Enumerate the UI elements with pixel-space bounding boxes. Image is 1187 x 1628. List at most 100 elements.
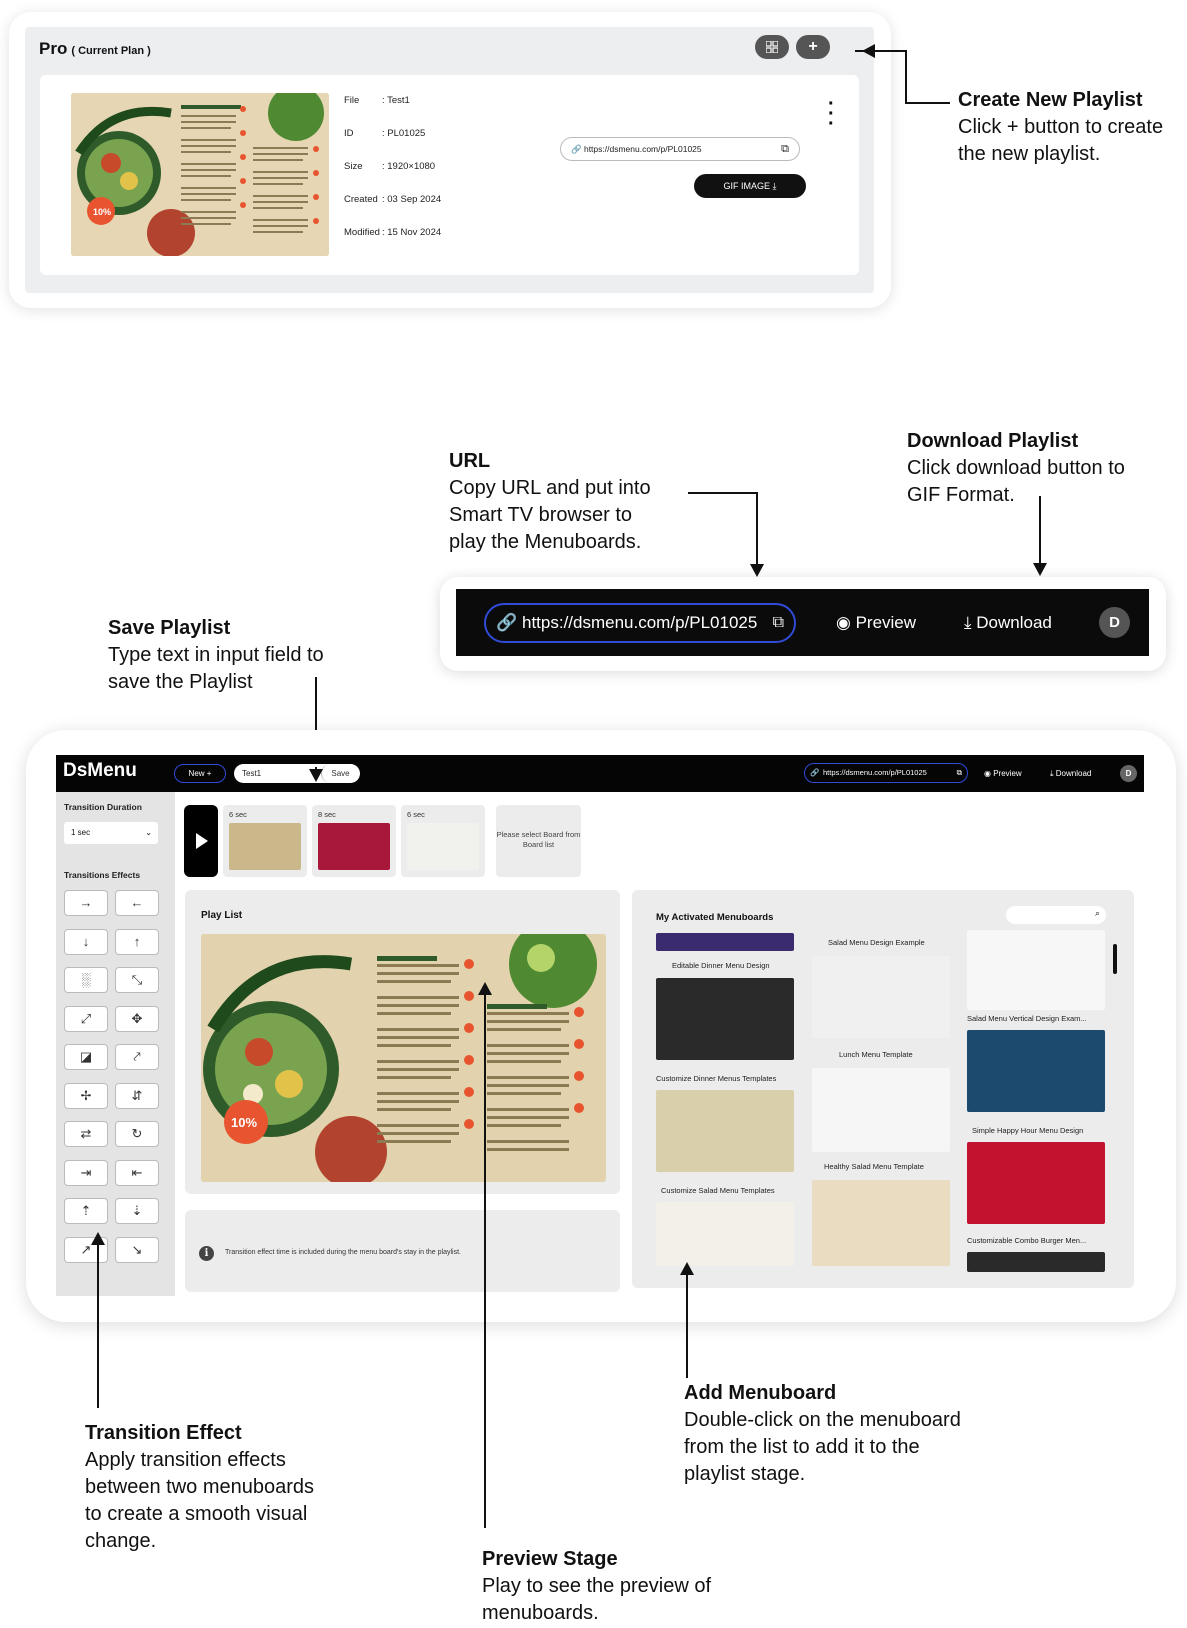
menuboard-caption: Salad Menu Vertical Design Exam... — [967, 1014, 1087, 1023]
transition-effect-button[interactable]: ↑ — [115, 928, 159, 955]
meta-row: ID: PL01025 — [344, 128, 441, 161]
annotation-create-playlist: Create New Playlist Click + button to cr… — [958, 87, 1163, 168]
annotation-save: Save Playlist Type text in input field t… — [108, 615, 324, 696]
gif-image-button[interactable]: GIF IMAGE ⤓ — [694, 174, 806, 198]
grid-view-button[interactable] — [755, 35, 789, 59]
transition-effect-button[interactable]: ✥ — [115, 1005, 159, 1032]
menuboard-card[interactable] — [656, 933, 794, 951]
transition-effect-button[interactable]: ⤡ — [115, 967, 159, 993]
more-options-icon[interactable]: · · · — [828, 94, 835, 134]
playlist-slot[interactable]: 6 sec — [223, 805, 307, 877]
info-panel: i Transition effect time is included dur… — [185, 1210, 620, 1292]
connector-line — [756, 492, 758, 565]
transition-effect-button[interactable]: ⇥ — [64, 1159, 108, 1186]
transition-effect-button[interactable]: ↻ — [115, 1121, 159, 1147]
annotation-title: Preview Stage — [482, 1548, 618, 1570]
menuboard-card[interactable] — [656, 1202, 794, 1266]
download-button[interactable]: ⤓ Download — [964, 589, 1052, 656]
avatar[interactable]: D — [1099, 607, 1130, 638]
save-button[interactable]: Save — [321, 764, 359, 783]
app-preview-button[interactable]: ◉ Preview — [984, 755, 1022, 792]
add-playlist-button[interactable]: + — [796, 35, 830, 59]
arrow-icon — [478, 982, 492, 995]
annotation-download: Download Playlist Click download button … — [907, 428, 1125, 509]
annotation-text: GIF Format. — [907, 484, 1015, 506]
annotation-text: playlist stage. — [684, 1463, 806, 1485]
menuboard-card[interactable] — [967, 1030, 1105, 1112]
annotation-title: Transition Effect — [85, 1422, 242, 1444]
menuboard-card[interactable] — [967, 930, 1105, 1010]
eye-icon: ◉ — [984, 769, 991, 778]
toolbar-url-field[interactable]: 🔗 https://dsmenu.com/p/PL01025 ⧉ — [484, 603, 796, 643]
play-button[interactable] — [184, 805, 218, 877]
transition-effect-button[interactable]: ↘ — [115, 1236, 159, 1263]
svg-text:10%: 10% — [93, 207, 111, 217]
slot-thumbnail — [407, 823, 479, 870]
transition-effect-button[interactable]: ⇡ — [64, 1198, 108, 1224]
menuboard-card[interactable] — [656, 1090, 794, 1172]
transition-effect-button[interactable]: ⇤ — [115, 1159, 159, 1186]
menuboard-card[interactable] — [812, 1180, 950, 1266]
transition-effect-button[interactable]: ↓ — [64, 928, 108, 955]
transition-effect-button[interactable]: ◪ — [64, 1044, 108, 1070]
slot-thumbnail — [318, 823, 390, 870]
playlist-slot[interactable]: 8 sec — [312, 805, 396, 877]
scrollbar[interactable] — [1113, 944, 1117, 974]
search-input[interactable]: ⌕ — [1006, 906, 1106, 924]
app-url-field[interactable]: 🔗 https://dsmenu.com/p/PL01025 ⧉ — [804, 763, 968, 783]
copy-icon[interactable]: ⧉ — [781, 138, 789, 160]
transition-effect-button[interactable]: ░ — [64, 967, 108, 993]
annotation-text: Type text in input field to — [108, 644, 324, 666]
transition-effect-button[interactable]: ⤢ — [64, 1005, 108, 1032]
transition-effect-button[interactable]: ← — [115, 890, 159, 916]
app-download-button[interactable]: ⤓ Download — [1050, 755, 1091, 792]
preview-label: Preview — [855, 613, 917, 632]
playlist-item[interactable]: 10% File: Test1 ID: PL01025 Size: 192… — [40, 75, 859, 275]
download-icon: ⤓ — [772, 181, 777, 191]
annotation-transition: Transition Effect Apply transition effec… — [85, 1420, 314, 1555]
meta-value: : Test1 — [382, 95, 410, 106]
annotation-text: Click + button to create — [958, 116, 1164, 138]
preview-stage[interactable]: 10% — [201, 934, 606, 1182]
playlist-url-field[interactable]: 🔗 https://dsmenu.com/p/PL01025 ⧉ — [560, 137, 800, 161]
copy-icon[interactable]: ⧉ — [773, 605, 784, 641]
connector-line — [905, 102, 950, 104]
copy-icon[interactable]: ⧉ — [957, 764, 962, 782]
playlist-slot[interactable]: 6 sec — [401, 805, 485, 877]
download-icon: ⤓ — [1050, 769, 1054, 778]
meta-value: : PL01025 — [382, 128, 426, 139]
annotation-add-menuboard: Add Menuboard Double-click on the menubo… — [684, 1380, 961, 1488]
avatar[interactable]: D — [1120, 765, 1137, 782]
arrow-icon — [309, 769, 323, 782]
duration-label: Transition Duration — [64, 802, 142, 812]
preview-label: Preview — [993, 769, 1022, 778]
new-button[interactable]: New + — [174, 764, 226, 783]
connector-line — [905, 50, 907, 103]
meta-row: Size: 1920×1080 — [344, 161, 441, 194]
plan-title: Pro( Current Plan ) — [39, 39, 151, 59]
annotation-text: change. — [85, 1530, 157, 1552]
transition-effect-button[interactable]: ✢ — [64, 1082, 108, 1109]
menuboard-caption: Salad Menu Design Example — [828, 938, 925, 947]
plan-name: Pro — [39, 39, 68, 58]
menuboard-card[interactable] — [812, 1068, 950, 1152]
menuboard-caption: Healthy Salad Menu Template — [824, 1162, 924, 1171]
menuboard-card[interactable] — [812, 956, 950, 1038]
app-header: DsMenu New + Test1 Save 🔗 https://dsmenu… — [56, 755, 1144, 792]
empty-slot[interactable]: Please select Board from Board list — [496, 805, 581, 877]
slot-duration: 8 sec — [318, 810, 336, 819]
transition-effect-button[interactable]: ⇵ — [115, 1082, 159, 1109]
menuboard-caption: Customize Dinner Menus Templates — [656, 1074, 777, 1083]
transition-effect-button[interactable]: ⤤ — [115, 1044, 159, 1070]
preview-button[interactable]: ◉ Preview — [836, 589, 916, 656]
arrow-icon — [1033, 563, 1047, 576]
duration-select[interactable]: 1 sec ⌄ — [64, 822, 158, 844]
menuboard-card[interactable] — [656, 978, 794, 1060]
playlist-meta: File: Test1 ID: PL01025 Size: 1920×1080 … — [344, 95, 441, 260]
annotation-text: Smart TV browser to — [449, 504, 633, 526]
transition-effect-button[interactable]: ⇄ — [64, 1121, 108, 1147]
transition-effect-button[interactable]: ⇣ — [115, 1198, 159, 1224]
menuboard-card[interactable] — [967, 1252, 1105, 1272]
transition-effect-button[interactable]: → — [64, 890, 108, 916]
menuboard-card[interactable] — [967, 1142, 1105, 1224]
